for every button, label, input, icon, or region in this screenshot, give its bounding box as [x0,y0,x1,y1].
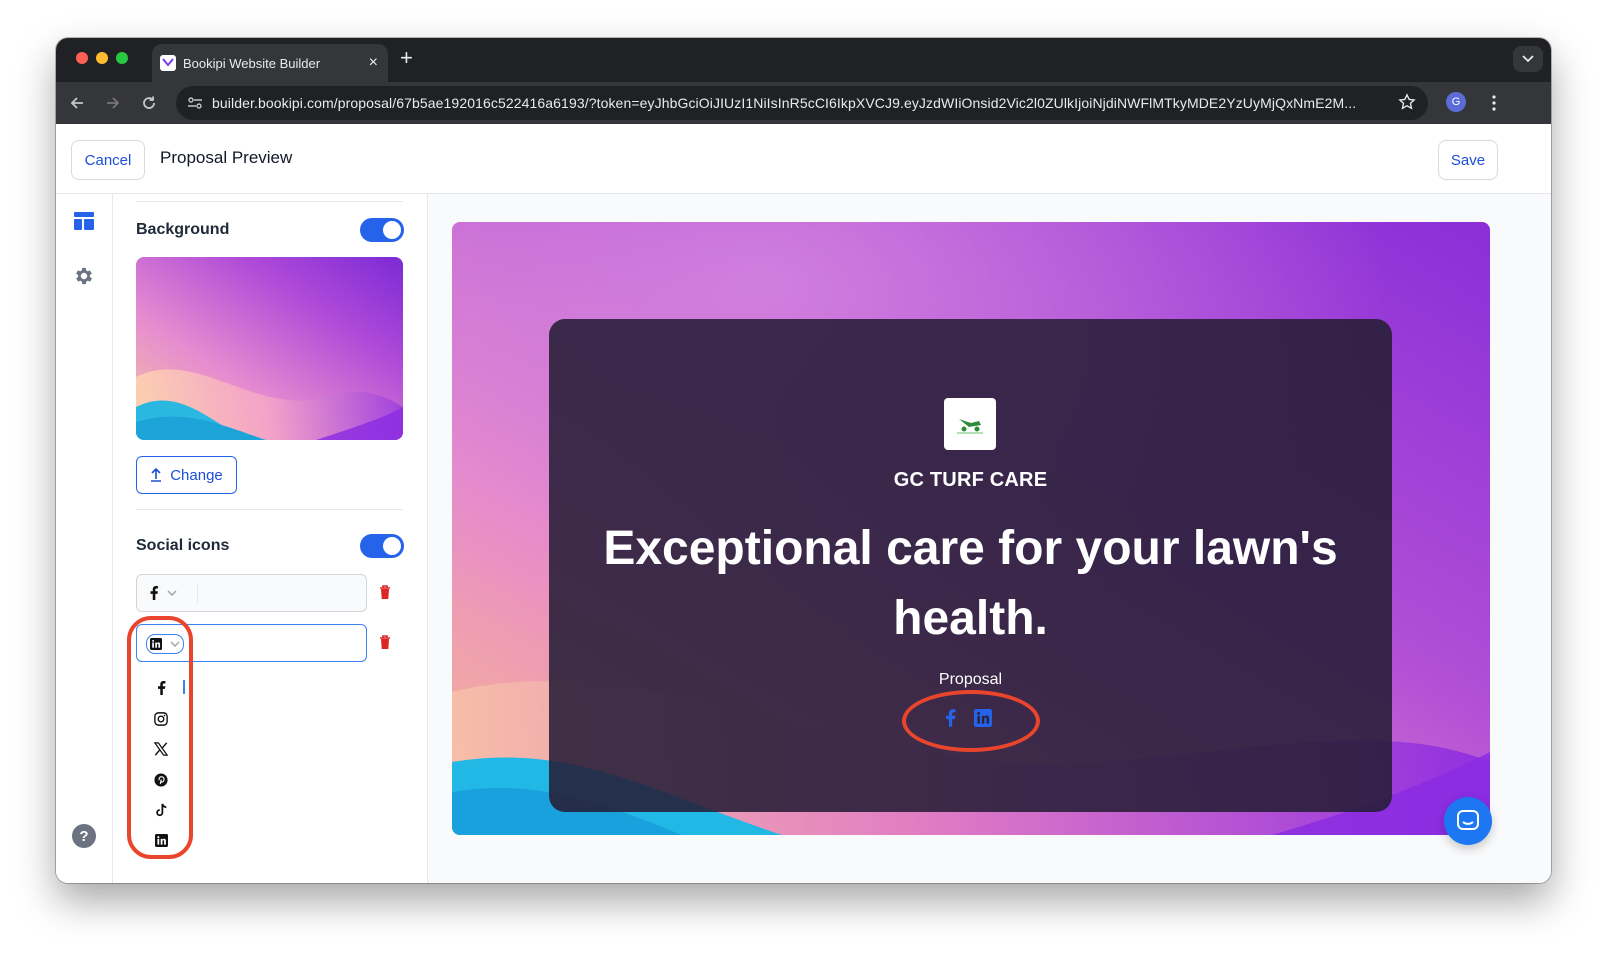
background-thumbnail [136,257,403,440]
bookmark-star-icon[interactable] [1398,93,1416,116]
change-background-label: Change [170,466,223,484]
help-icon[interactable]: ? [72,824,96,848]
tab-close-icon[interactable]: × [369,53,378,73]
social-icons-section-title: Social icons [136,537,230,554]
browser-tab[interactable]: Bookipi Website Builder × [152,44,388,82]
settings-gear-icon[interactable] [73,265,95,292]
profile-avatar[interactable]: G [1446,92,1466,112]
divider [136,201,403,202]
background-section-title: Background [136,221,230,238]
hero-headline: Exceptional care for your lawn's health. [603,522,1338,645]
proposal-preview: GC TURF CARE Exceptional care for your l… [428,194,1551,883]
address-bar[interactable]: builder.bookipi.com/proposal/67b5ae19201… [176,86,1428,120]
app-header: Cancel Proposal Preview Save [56,124,1551,194]
bookipi-favicon-icon [160,55,176,71]
upload-icon [151,468,162,482]
browser-toolbar: builder.bookipi.com/proposal/67b5ae19201… [56,82,1551,124]
facebook-icon [150,586,158,600]
page-title: Proposal Preview [160,148,293,167]
background-toggle[interactable] [360,218,404,242]
new-tab-button[interactable]: + [400,47,413,69]
social-network-select[interactable] [149,584,177,602]
forward-button[interactable] [102,92,124,114]
field-separator [197,583,198,603]
chevron-down-icon [167,590,177,596]
maximize-window-button[interactable] [116,52,128,64]
url-text[interactable]: builder.bookipi.com/proposal/67b5ae19201… [212,95,1392,111]
chevron-down-icon [1522,55,1534,63]
change-background-button[interactable]: Change [136,456,237,494]
social-icons-toggle[interactable] [360,534,404,558]
annotation-highlight-dropdown [127,616,193,859]
left-rail: ? [56,194,113,883]
save-button[interactable]: Save [1438,140,1498,180]
annotation-highlight-social-icons [902,690,1040,752]
layout-icon[interactable] [74,212,94,235]
proposal-label: Proposal [938,671,1003,688]
social-link-field-facebook[interactable] [136,574,367,612]
company-logo [944,398,996,450]
tab-search-button[interactable] [1513,46,1543,72]
delete-facebook-icon[interactable] [379,585,391,604]
back-button[interactable] [66,92,88,114]
divider [136,509,403,510]
arrow-right-icon [107,97,120,109]
browser-menu-icon[interactable] [1484,92,1504,114]
reload-icon [143,96,155,109]
site-settings-icon[interactable] [186,94,204,112]
delete-linkedin-icon[interactable] [379,635,391,654]
tab-title: Bookipi Website Builder [183,56,321,71]
reload-button[interactable] [138,92,160,114]
company-name: GC TURF CARE [893,469,1048,491]
minimize-window-button[interactable] [96,52,108,64]
cancel-button[interactable]: Cancel [71,140,145,180]
browser-window: Bookipi Website Builder × + builder.book… [56,38,1551,883]
arrow-left-icon [70,97,83,109]
tab-bar: Bookipi Website Builder × + [56,38,1551,82]
app-root: Cancel Proposal Preview Save ? Backgroun… [56,124,1551,883]
chat-support-button[interactable] [1444,797,1492,845]
chat-icon [1457,810,1479,830]
close-window-button[interactable] [76,52,88,64]
